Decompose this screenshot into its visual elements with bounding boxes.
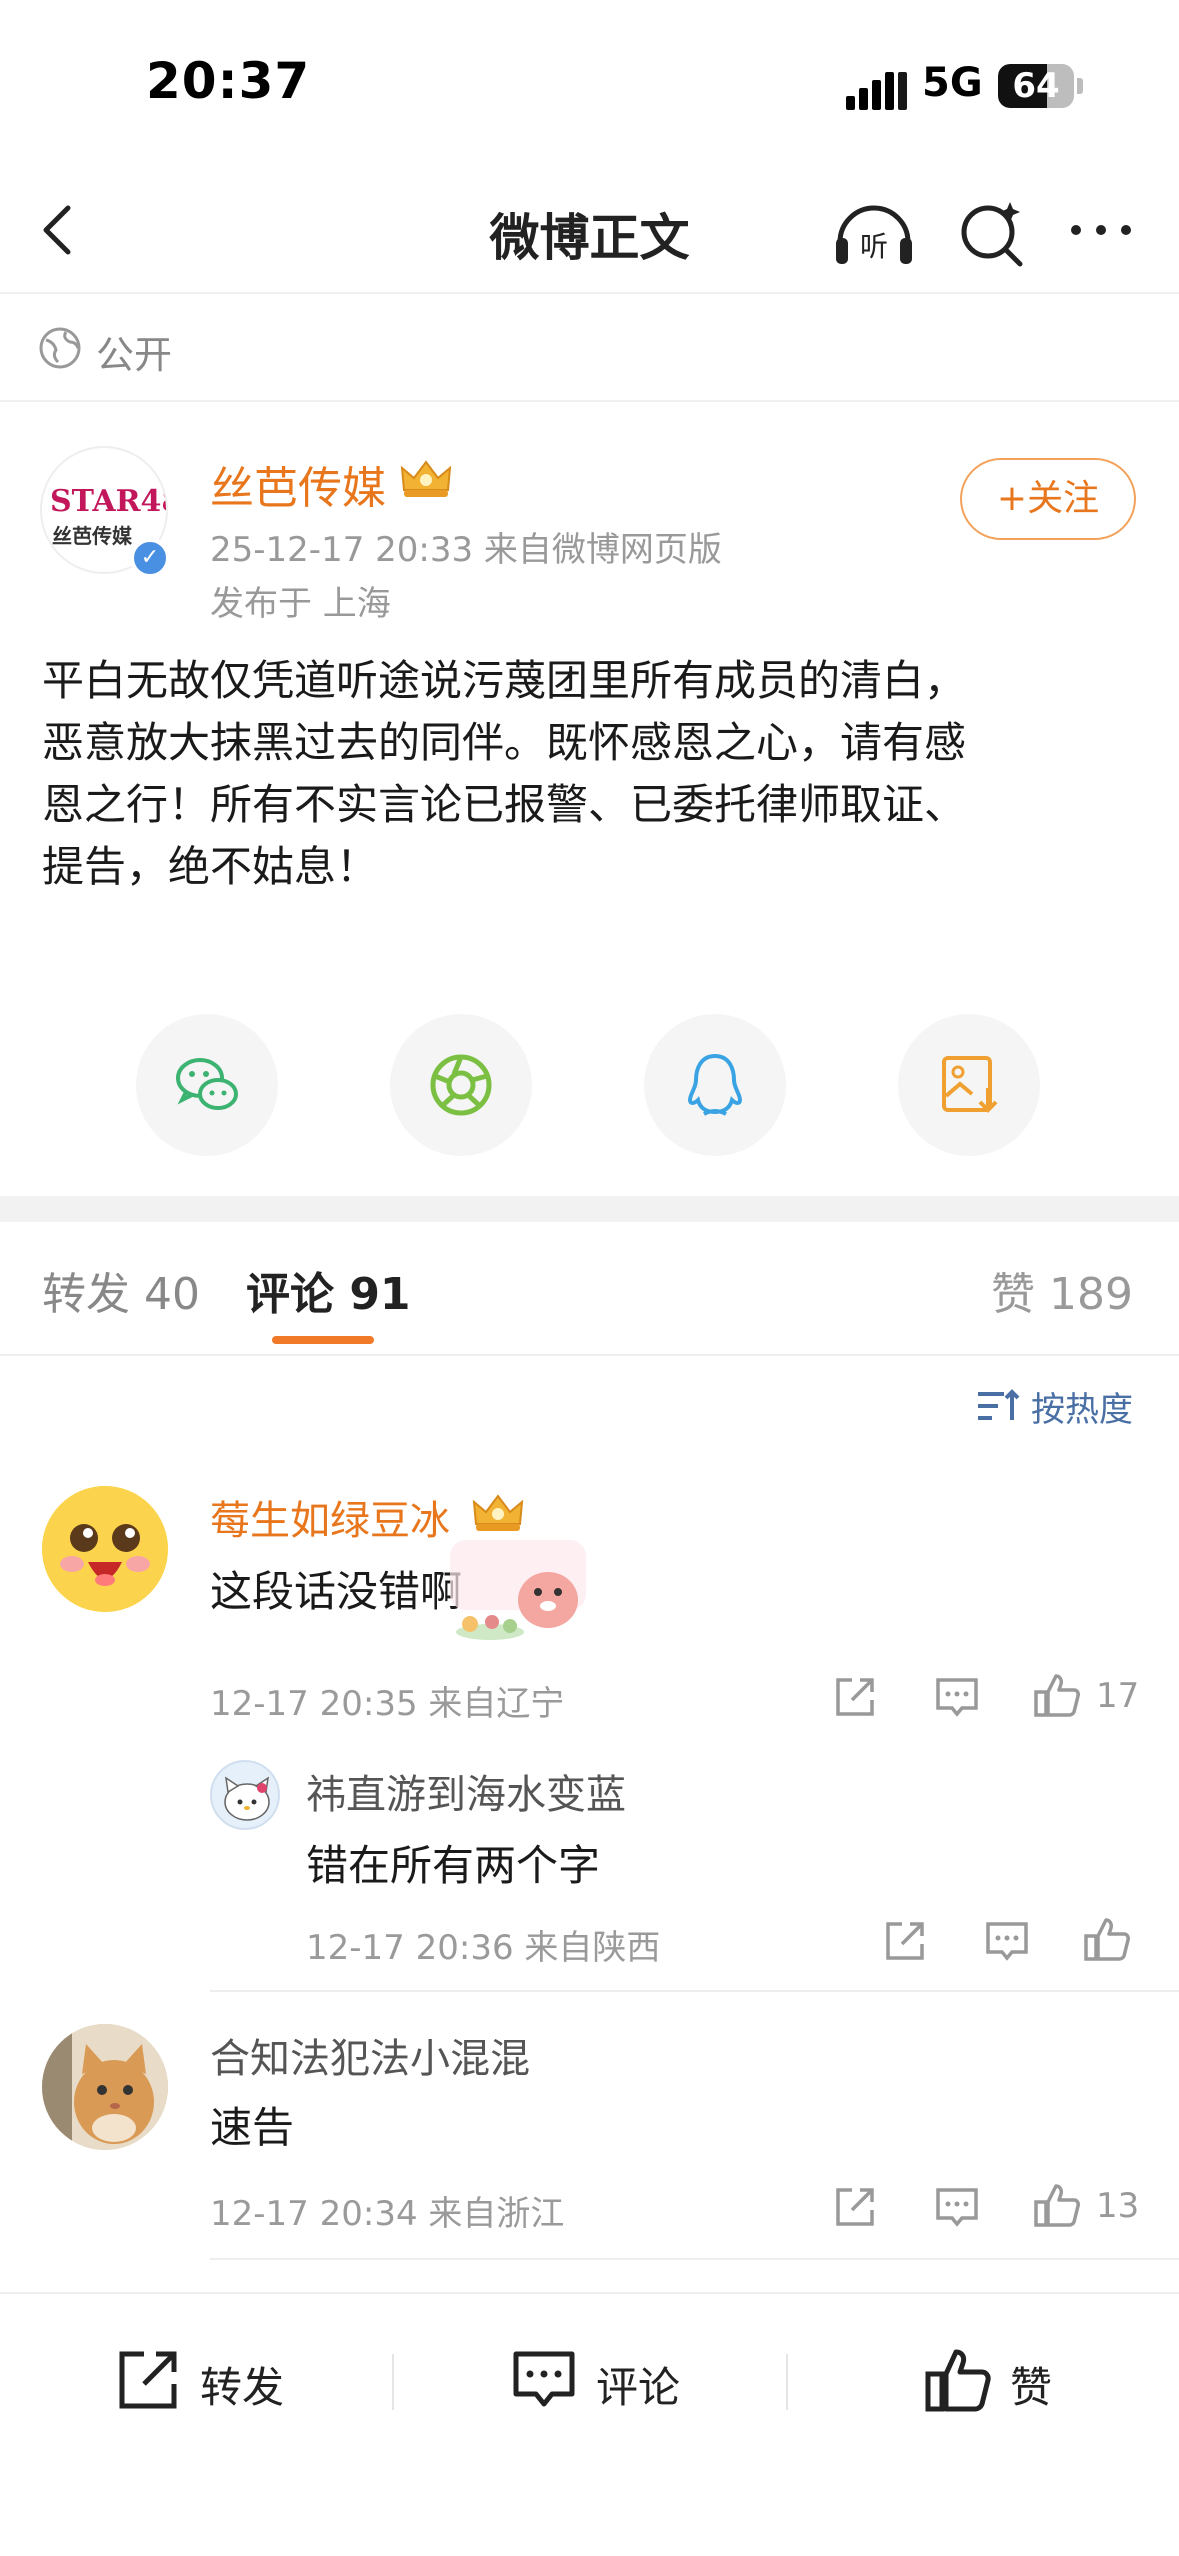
crown-badge-icon: [400, 460, 452, 497]
repost-icon[interactable]: [880, 1916, 930, 1966]
like-icon[interactable]: [1082, 1914, 1132, 1964]
comment-text: 速告: [210, 2103, 295, 2152]
headphones-icon: 听: [836, 205, 912, 264]
tab-likes[interactable]: 赞 189: [991, 1258, 1133, 1322]
post-tabs: 转发 40 评论 91 赞 189: [0, 1222, 1179, 1356]
tab-repost[interactable]: 转发 40: [42, 1258, 200, 1322]
repost-icon[interactable]: [830, 1672, 880, 1722]
listen-label: 听: [860, 230, 888, 263]
comment-text: 这段话没错啊: [210, 1567, 463, 1616]
sort-by-hot[interactable]: 按热度: [1031, 1382, 1133, 1431]
post-body-line: 恶意放大抹黑过去的同伴。既怀感恩之心，请有感: [42, 718, 967, 767]
like-icon[interactable]: [1032, 1670, 1082, 1720]
like-count: 13: [1096, 2186, 1140, 2226]
reply-text: 错在所有两个字: [306, 1841, 601, 1890]
status-bar: 20:37 5G 64: [0, 0, 1179, 170]
comment-icon[interactable]: [932, 1672, 982, 1722]
crown-badge-icon: [472, 1494, 524, 1531]
post-body: 平白无故仅凭道听途说污蔑团里所有成员的清白， 恶意放大抹黑过去的同伴。既怀感恩之…: [42, 650, 1142, 898]
emoji-face-icon: [42, 1486, 168, 1612]
avatar-logo-text: STAR48: [50, 484, 166, 519]
comment-icon[interactable]: [982, 1916, 1032, 1966]
comment-author[interactable]: 莓生如绿豆冰: [210, 1488, 450, 1546]
network-label: 5G: [922, 60, 983, 106]
post-meta: 25-12-17 20:33 来自微博网页版: [210, 530, 722, 570]
visibility-row: 公开: [0, 296, 1179, 402]
comment-avatar[interactable]: [42, 1486, 168, 1612]
qq-icon: [687, 1053, 743, 1116]
globe-icon: [39, 327, 81, 369]
bottom-comment-label: 评论: [596, 2363, 681, 2412]
bottom-separator: [392, 2354, 394, 2410]
more-icon[interactable]: [1066, 210, 1136, 250]
battery-level: 64: [1012, 66, 1060, 106]
comment-meta: 12-17 20:34 来自浙江: [210, 2194, 565, 2234]
hello-kitty-avatar-icon: [224, 1776, 270, 1821]
repost-icon[interactable]: [830, 2182, 880, 2232]
search-icon[interactable]: [952, 192, 1032, 272]
like-icon[interactable]: [1032, 2180, 1082, 2230]
follow-button[interactable]: +关注: [960, 458, 1136, 540]
active-tab-indicator: [272, 1336, 374, 1344]
signal-icon: [846, 68, 907, 110]
comment-author[interactable]: 合知法犯法小混混: [210, 2026, 530, 2084]
comment-meta: 12-17 20:35 来自辽宁: [210, 1684, 565, 1724]
comment-icon: [513, 2351, 575, 2407]
bottom-repost-label: 转发: [200, 2363, 285, 2412]
reply-avatar[interactable]: [210, 1760, 280, 1830]
post-body-line: 恩之行！所有不实言论已报警、已委托律师取证、: [42, 780, 967, 829]
top-nav: 微博正文 听: [0, 170, 1179, 294]
comment-divider: [210, 1990, 1179, 1992]
battery-tip: [1077, 78, 1083, 94]
comment-divider: [210, 2258, 1179, 2260]
cat-avatar-icon: [42, 2024, 168, 2150]
section-gap: [0, 1196, 1179, 1222]
save-image-icon: [942, 1056, 998, 1113]
share-moments-button[interactable]: [390, 1014, 532, 1156]
verified-badge-icon: ✓: [130, 538, 170, 578]
listen-button[interactable]: 听: [830, 192, 918, 272]
beaver-sticker-icon: [450, 1540, 586, 1640]
sort-icon[interactable]: [974, 1386, 1020, 1426]
moments-icon: [430, 1054, 492, 1116]
wechat-icon: [176, 1058, 238, 1110]
like-count: 17: [1096, 1676, 1140, 1716]
share-save-image-button[interactable]: [898, 1014, 1040, 1156]
comment-icon[interactable]: [932, 2182, 982, 2232]
post-body-line: 平白无故仅凭道听途说污蔑团里所有成员的清白，: [42, 656, 967, 705]
repost-icon: [119, 2351, 177, 2409]
bottom-comment-button[interactable]: 评论: [508, 2338, 708, 2418]
bottom-like-label: 赞: [1010, 2363, 1053, 2412]
share-qq-button[interactable]: [644, 1014, 786, 1156]
reply-author[interactable]: 祎直游到海水变蓝: [306, 1762, 626, 1820]
bottom-like-button[interactable]: 赞: [922, 2338, 1082, 2418]
avatar-logo-subtext: 丝芭传媒: [52, 524, 132, 548]
status-time: 20:37: [146, 52, 311, 110]
post-body-line: 提告，绝不姑息！: [42, 842, 379, 891]
bottom-separator: [786, 2354, 788, 2410]
share-wechat-button[interactable]: [136, 1014, 278, 1156]
battery-icon: 64: [998, 64, 1074, 108]
comment-avatar[interactable]: [42, 2024, 168, 2150]
visibility-label: 公开: [96, 333, 173, 377]
tab-comments[interactable]: 评论 91: [246, 1258, 411, 1322]
bottom-repost-button[interactable]: 转发: [112, 2338, 312, 2418]
post-location: 发布于 上海: [210, 584, 391, 624]
bottom-action-bar: 转发 评论 赞: [0, 2292, 1179, 2556]
like-icon: [925, 2349, 991, 2412]
author-name[interactable]: 丝芭传媒: [210, 452, 386, 516]
reply-meta: 12-17 20:36 来自陕西: [306, 1928, 661, 1968]
